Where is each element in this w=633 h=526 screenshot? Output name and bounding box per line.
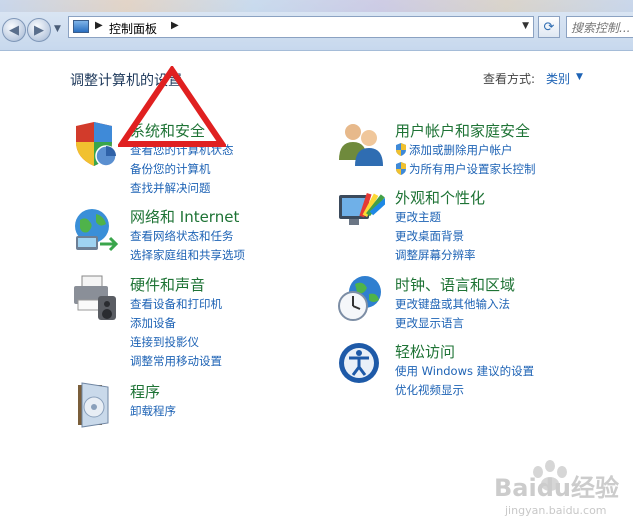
view-by-dropdown[interactable]: 类别 <box>546 70 570 87</box>
back-arrow-icon: ◀ <box>9 22 19 38</box>
link-screen-resolution[interactable]: 调整屏幕分辨率 <box>395 246 476 265</box>
network-globe-icon <box>75 209 119 252</box>
link-display-language[interactable]: 更改显示语言 <box>395 314 510 333</box>
watermark-text: Baidu经验 <box>494 474 619 502</box>
link-windows-suggested-settings[interactable]: 使用 Windows 建议的设置 <box>395 362 534 381</box>
link-text: 为所有用户设置家长控制 <box>409 162 536 176</box>
programs-box-icon <box>78 382 109 428</box>
category-title[interactable]: 硬件和声音 <box>130 274 205 295</box>
monitor-palette-icon <box>339 192 385 225</box>
ease-of-access-icon <box>339 343 379 383</box>
link-troubleshoot[interactable]: 查找并解决问题 <box>130 179 234 198</box>
link-keyboard-input[interactable]: 更改键盘或其他输入法 <box>395 295 510 314</box>
link-mobility-settings[interactable]: 调整常用移动设置 <box>130 352 222 371</box>
search-box[interactable] <box>566 16 633 38</box>
shield-pie-icon <box>76 122 117 167</box>
address-bar[interactable]: ▶ 控制面板 ▶ ▼ <box>68 16 534 38</box>
link-network-status[interactable]: 查看网络状态和任务 <box>130 227 245 246</box>
link-text: 添加或删除用户帐户 <box>409 143 513 157</box>
link-connect-projector[interactable]: 连接到投影仪 <box>130 333 222 352</box>
category-title[interactable]: 用户帐户和家庭安全 <box>395 120 530 141</box>
link-add-device[interactable]: 添加设备 <box>130 314 222 333</box>
view-by-label: 查看方式: <box>483 72 536 86</box>
clock-globe-icon <box>338 276 381 321</box>
link-backup-computer[interactable]: 备份您的计算机 <box>130 160 234 179</box>
back-button[interactable]: ◀ <box>2 18 26 42</box>
uac-shield-icon <box>396 162 406 175</box>
link-uninstall-program[interactable]: 卸载程序 <box>130 402 176 421</box>
category-title[interactable]: 网络和 Internet <box>130 206 239 227</box>
refresh-button[interactable]: ⟳ <box>538 16 560 38</box>
annotation-triangle-icon <box>118 66 226 147</box>
link-homegroup-sharing[interactable]: 选择家庭组和共享选项 <box>130 246 245 265</box>
breadcrumb-control-panel[interactable]: 控制面板 <box>109 20 157 37</box>
control-panel-icon <box>73 20 89 33</box>
refresh-icon: ⟳ <box>543 19 555 35</box>
window-toolbar: ◀ ▶ ▼ ▶ 控制面板 ▶ ▼ ⟳ <box>0 0 633 51</box>
breadcrumb-chevron-icon[interactable]: ▶ <box>95 20 103 31</box>
forward-arrow-icon: ▶ <box>34 22 44 38</box>
link-devices-printers[interactable]: 查看设备和打印机 <box>130 295 222 314</box>
link-change-theme[interactable]: 更改主题 <box>395 208 476 227</box>
breadcrumb-chevron-icon[interactable]: ▶ <box>171 20 179 31</box>
forward-button[interactable]: ▶ <box>27 18 51 42</box>
address-history-dropdown-icon[interactable]: ▼ <box>522 21 529 31</box>
category-title[interactable]: 外观和个性化 <box>395 187 485 208</box>
link-add-remove-accounts[interactable]: 添加或删除用户帐户 <box>395 141 536 160</box>
recent-pages-dropdown-icon[interactable]: ▼ <box>54 24 61 34</box>
category-title[interactable]: 时钟、语言和区域 <box>395 274 515 295</box>
printer-speaker-icon <box>74 275 116 320</box>
category-title[interactable]: 轻松访问 <box>395 341 455 362</box>
uac-shield-icon <box>396 143 406 156</box>
view-by-chevron-down-icon[interactable]: ▼ <box>576 72 583 82</box>
link-parental-controls[interactable]: 为所有用户设置家长控制 <box>395 160 536 179</box>
category-title[interactable]: 程序 <box>130 381 160 402</box>
link-optimize-display[interactable]: 优化视频显示 <box>395 381 534 400</box>
search-input[interactable] <box>567 18 633 38</box>
window-titlebar-strip <box>0 0 633 12</box>
link-desktop-background[interactable]: 更改桌面背景 <box>395 227 476 246</box>
watermark-url: jingyan.baidu.com <box>505 504 607 517</box>
users-icon <box>339 124 383 166</box>
